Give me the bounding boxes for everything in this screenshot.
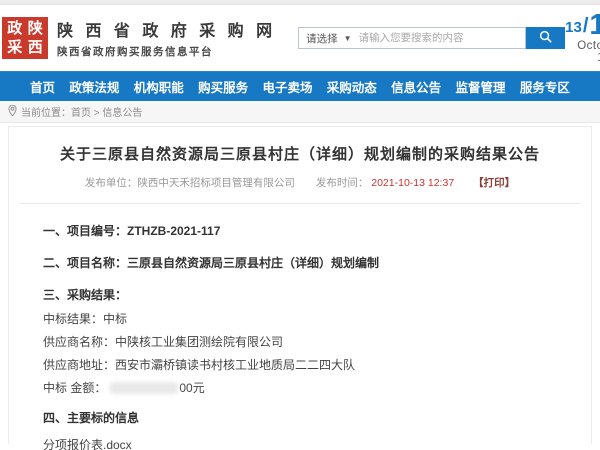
nav-item-home[interactable]: 首页 [30, 77, 55, 96]
search-icon [539, 30, 552, 46]
search-select-label: 请选择 [306, 31, 338, 46]
site-header: 政 陕 采 西 陕 西 省 政 府 采 购 网 陕西省政府购买服务信息平台 请选… [0, 5, 600, 71]
section-project-number: 一、项目编号：ZTHZB-2021-117 [43, 222, 557, 239]
attachment-link[interactable]: 分项报价表.docx [43, 436, 557, 450]
article-title: 关于三原县自然资源局三原县村庄（详细）规划编制的采购结果公告 [9, 143, 591, 164]
site-titles: 陕 西 省 政 府 采 购 网 陕西省政府购买服务信息平台 [57, 17, 276, 59]
article-meta: 发布单位：陕西中天禾招标项目管理有限公司 发布时间： 2021-10-13 12… [9, 175, 591, 190]
breadcrumb-text[interactable]: 当前位置：首页 > 信息公告 [21, 104, 142, 119]
date-slash: / [583, 14, 589, 38]
bid-amount-line: 中标 金额： 00元 [43, 381, 557, 395]
search-category-select[interactable]: 请选择 ▼ [299, 28, 358, 48]
nav-item-announcements[interactable]: 信息公告 [391, 77, 441, 96]
article-panel: 关于三原县自然资源局三原县村庄（详细）规划编制的采购结果公告 发布单位：陕西中天… [8, 126, 592, 444]
bid-result-line: 中标结果：中标 [43, 312, 557, 326]
date-widget: 13 / 10 October 13th 星期三 [565, 12, 600, 64]
publish-time: 2021-10-13 12:37 [371, 177, 454, 189]
meta-divider [19, 203, 581, 204]
site-logo: 政 陕 采 西 [2, 17, 48, 59]
bid-amount-label: 中标 金额： [43, 381, 106, 395]
chevron-down-icon: ▼ [344, 34, 352, 43]
publish-time-label: 发布时间： [316, 177, 369, 189]
search-group: 请选择 ▼ [298, 27, 565, 49]
date-day: 13 [565, 18, 582, 38]
logo-char: 政 [5, 20, 25, 38]
site-subtitle: 陕西省政府购买服务信息平台 [57, 44, 276, 59]
article-content: 一、项目编号：ZTHZB-2021-117 二、项目名称：三原县自然资源局三原县… [9, 222, 591, 450]
publisher: 发布单位：陕西中天禾招标项目管理有限公司 [85, 177, 295, 189]
nav-item-e-marketplace[interactable]: 电子卖场 [262, 77, 312, 96]
supplier-address-line: 供应商地址：西安市灞桥镇读书村核工业地质局二二四大队 [43, 358, 557, 372]
logo-char: 西 [26, 39, 46, 57]
logo-char: 陕 [26, 20, 46, 38]
supplier-name-line: 供应商名称：中陕核工业集团测绘院有限公司 [43, 335, 557, 349]
section-procurement-result: 三、采购结果： [43, 286, 557, 303]
nav-item-procurement-news[interactable]: 采购动态 [327, 77, 377, 96]
nav-item-functions[interactable]: 机构职能 [134, 77, 184, 96]
breadcrumb: 当前位置：首页 > 信息公告 [0, 101, 600, 123]
logo-char: 采 [5, 39, 25, 57]
bid-amount-suffix: 00元 [179, 381, 204, 395]
nav-item-policies[interactable]: 政策法规 [69, 77, 119, 96]
search-box: 请选择 ▼ [298, 27, 526, 49]
nav-item-supervision[interactable]: 监督管理 [456, 77, 506, 96]
section-project-name: 二、项目名称：三原县自然资源局三原县村庄（详细）规划编制 [43, 254, 557, 271]
nav-item-service-zone[interactable]: 服务专区 [520, 77, 570, 96]
section-main-subject-info: 四、主要标的信息 [43, 409, 557, 426]
date-month-number: 10 [589, 12, 600, 38]
date-month-text: October 13th [565, 40, 600, 64]
site-title: 陕 西 省 政 府 采 购 网 [57, 17, 276, 41]
print-button[interactable]: 【打印】 [473, 177, 515, 189]
search-button[interactable] [526, 27, 565, 49]
nav-item-purchase-services[interactable]: 购买服务 [198, 77, 248, 96]
main-nav: 首页 政策法规 机构职能 购买服务 电子卖场 采购动态 信息公告 监督管理 服务… [0, 71, 600, 101]
location-pin-icon [8, 103, 17, 121]
redacted-amount [110, 382, 178, 394]
search-input[interactable] [359, 29, 526, 47]
